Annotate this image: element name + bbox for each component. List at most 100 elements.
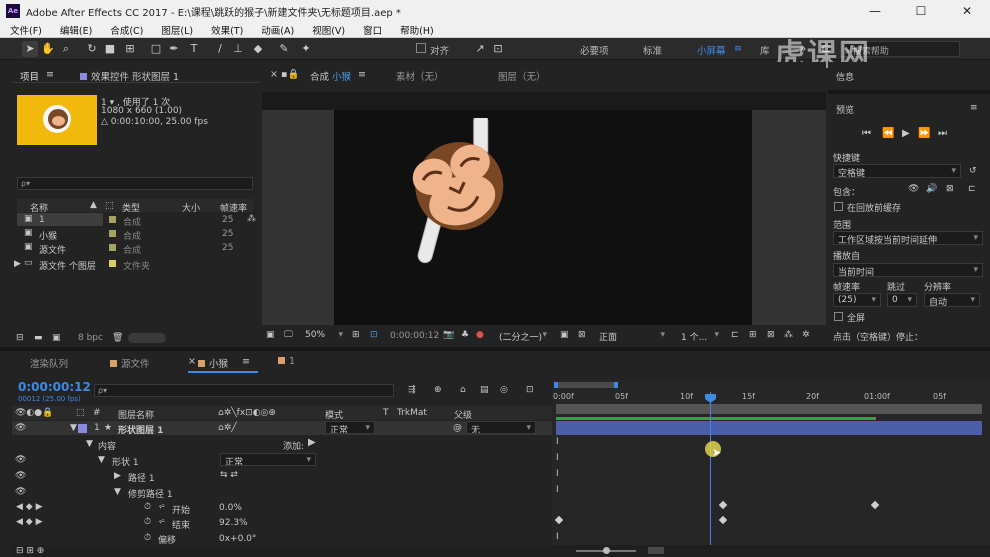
play-from-select[interactable]: 当前时间 ▾ (833, 263, 983, 277)
col-parent[interactable]: 父级 (454, 408, 472, 421)
clone-stamp-tool-icon[interactable]: ⊥ (230, 41, 246, 57)
resolution-select[interactable]: (二分之一) ▾ (494, 328, 552, 342)
last-frame-icon[interactable]: ⏭ (938, 128, 947, 139)
shape-blend-select[interactable]: 正常 ▾ (220, 453, 316, 466)
preview-panel-title[interactable]: 预览 (836, 103, 854, 116)
menu-edit[interactable]: 编辑(E) (48, 22, 98, 37)
rotate-tool-icon[interactable]: ↻ (84, 41, 100, 57)
grid-icon[interactable]: ⊞ (352, 330, 360, 340)
transparency-grid-icon[interactable]: ⊠ (578, 330, 586, 340)
shy-icon[interactable]: ⌂ (460, 385, 466, 395)
always-preview-icon[interactable]: ▣ (266, 330, 275, 340)
new-folder-icon[interactable]: ▬ (34, 333, 43, 343)
layer-switches-icon[interactable]: ⌂✲╲fx⊡◐◎⊕ (218, 408, 276, 418)
comp-mini-flowchart-icon[interactable]: ⇶ (408, 385, 416, 395)
zoom-tool-icon[interactable]: ⌕ (58, 41, 74, 57)
path-direction-icon[interactable]: ⇆ ⇄ (220, 470, 238, 480)
tab-layer[interactable]: 图层（无） (498, 69, 546, 83)
menu-file[interactable]: 文件(F) (0, 22, 48, 37)
parent-select[interactable]: 无 ▾ (466, 421, 536, 434)
fullscreen-checkbox[interactable] (834, 312, 843, 321)
tab-composition[interactable]: 合成 小猴 (310, 69, 351, 83)
cache-checkbox[interactable] (834, 202, 843, 211)
first-frame-icon[interactable]: ⏮ (862, 128, 871, 139)
monitor-icon[interactable]: 🖵 (284, 330, 293, 340)
layer-name[interactable]: 形状图层 1 (118, 423, 163, 436)
stopwatch-end-icon[interactable]: ⏱ (144, 517, 151, 527)
snapshot-icon[interactable]: 📷 (443, 330, 454, 340)
mask-icon[interactable]: ⊡ (370, 330, 378, 340)
layer-mode-select[interactable]: 正常 ▾ (325, 421, 375, 434)
views-count-select[interactable]: 1 个... ▾ (676, 328, 724, 342)
list-item[interactable]: ▶ ▭ 源文件 个图层 文件夹 (12, 257, 253, 272)
shape-triangle-icon[interactable]: ▼ (98, 455, 105, 465)
snap-checkbox[interactable] (416, 43, 426, 53)
flowchart-icon[interactable]: ⁂ (247, 214, 256, 224)
end-keyframe-nav-icon[interactable]: ◀ ◆ ▶ (16, 517, 43, 527)
path-visibility-eye-icon[interactable]: 👁 (15, 471, 26, 481)
close-button[interactable]: ✕ (944, 0, 990, 22)
project-panel-menu-icon[interactable]: ≡ (46, 69, 54, 80)
work-area-bar[interactable] (556, 382, 616, 388)
new-comp-icon[interactable]: ▣ (52, 333, 61, 343)
contents-triangle-icon[interactable]: ▼ (86, 439, 93, 449)
roto-brush-tool-icon[interactable]: ✎ (276, 41, 292, 57)
menu-composition[interactable]: 合成(C) (98, 22, 149, 37)
audio-include-icon[interactable]: 🔊 (926, 184, 937, 194)
comp-flowchart-icon[interactable]: ⊠ (767, 330, 775, 340)
zoom-select[interactable]: 50% ▾ (300, 328, 348, 342)
thumbnail-slider[interactable] (128, 333, 166, 343)
workspace-small-screen[interactable]: 小屏幕 (697, 43, 726, 57)
puppet-tool-icon[interactable]: ✦ (298, 41, 314, 57)
trash-icon[interactable]: 🗑 (112, 333, 123, 343)
region-of-interest-icon[interactable]: ▣ (560, 330, 569, 340)
timeline-menu-icon[interactable]: ≡ (242, 356, 250, 367)
add-button-icon[interactable]: ▶ (308, 437, 316, 448)
workspace-standard[interactable]: 标准 (643, 43, 662, 57)
expand-triangle-icon[interactable]: ▶ (14, 259, 21, 269)
overlays-include-icon[interactable]: ⊠ (946, 184, 954, 194)
skip-select[interactable]: 0 ▾ (887, 293, 917, 307)
work-area-start-handle[interactable] (554, 382, 558, 388)
tab-render-queue[interactable]: 渲染队列 (30, 356, 68, 370)
visibility-eye-icon[interactable]: 👁 (15, 423, 26, 433)
color-channel-icon[interactable]: ● (476, 330, 484, 340)
col-mode[interactable]: 模式 (325, 408, 343, 421)
framerate-select[interactable]: (25) ▾ (833, 293, 881, 307)
range-select[interactable]: 工作区域按当前时间延伸 ▾ (833, 231, 983, 245)
stopwatch-offset-icon[interactable]: ⏱ (144, 533, 151, 543)
monkey-head-icon[interactable] (390, 118, 540, 268)
end-value[interactable]: 92.3% (219, 518, 248, 528)
trim-visibility-eye-icon[interactable]: 👁 (15, 487, 26, 497)
shape-visibility-eye-icon[interactable]: 👁 (15, 455, 26, 465)
graph-start-icon[interactable]: ⩫ (158, 502, 166, 512)
shortcut-select[interactable]: 空格键 ▾ (833, 164, 961, 178)
zoom-scroll-handle[interactable] (648, 547, 664, 554)
close-tab-icon[interactable]: × (270, 69, 278, 80)
workspace-library[interactable]: 库 (760, 43, 770, 57)
timeline-search-input[interactable]: ρ▾ (94, 384, 394, 397)
tab-project[interactable]: 项目 (20, 69, 39, 83)
col-t[interactable]: T (383, 408, 389, 418)
expand-panes-icon[interactable]: ⊟ ⊞ ⊕ (16, 546, 44, 556)
graph-editor-icon[interactable]: ⊡ (526, 385, 534, 395)
video-include-icon[interactable]: 👁 (908, 184, 919, 194)
prev-keyframe-nav-icon[interactable]: ◀ ◆ ▶ (16, 502, 43, 512)
current-time-display[interactable]: 0:00:00:12 (18, 380, 91, 394)
exposure-icon[interactable]: ✲ (802, 330, 810, 340)
project-search-input[interactable]: ρ▾ (17, 177, 253, 190)
list-item[interactable]: ▣ 源文件 合成 25 (17, 241, 253, 256)
info-panel-title[interactable]: 信息 (836, 70, 854, 83)
trim-triangle-icon[interactable]: ▼ (114, 487, 121, 497)
layer-row-switches-icon[interactable]: ⌂✲╱ (218, 423, 237, 433)
hand-tool-icon[interactable]: ✋ (40, 41, 56, 57)
tab-footage[interactable]: 素材（无） (396, 69, 444, 83)
list-item[interactable]: ▣ 小猴 合成 25 (17, 227, 253, 242)
sort-up-icon[interactable]: ▲ (90, 200, 97, 210)
show-snapshot-icon[interactable]: ♣ (461, 330, 469, 340)
path-triangle-icon[interactable]: ▶ (114, 471, 121, 481)
next-frame-icon[interactable]: ⏩ (918, 128, 930, 139)
graph-end-icon[interactable]: ⩫ (158, 517, 166, 527)
layer-duration-bar[interactable] (556, 421, 982, 435)
menu-layer[interactable]: 图层(L) (149, 22, 199, 37)
